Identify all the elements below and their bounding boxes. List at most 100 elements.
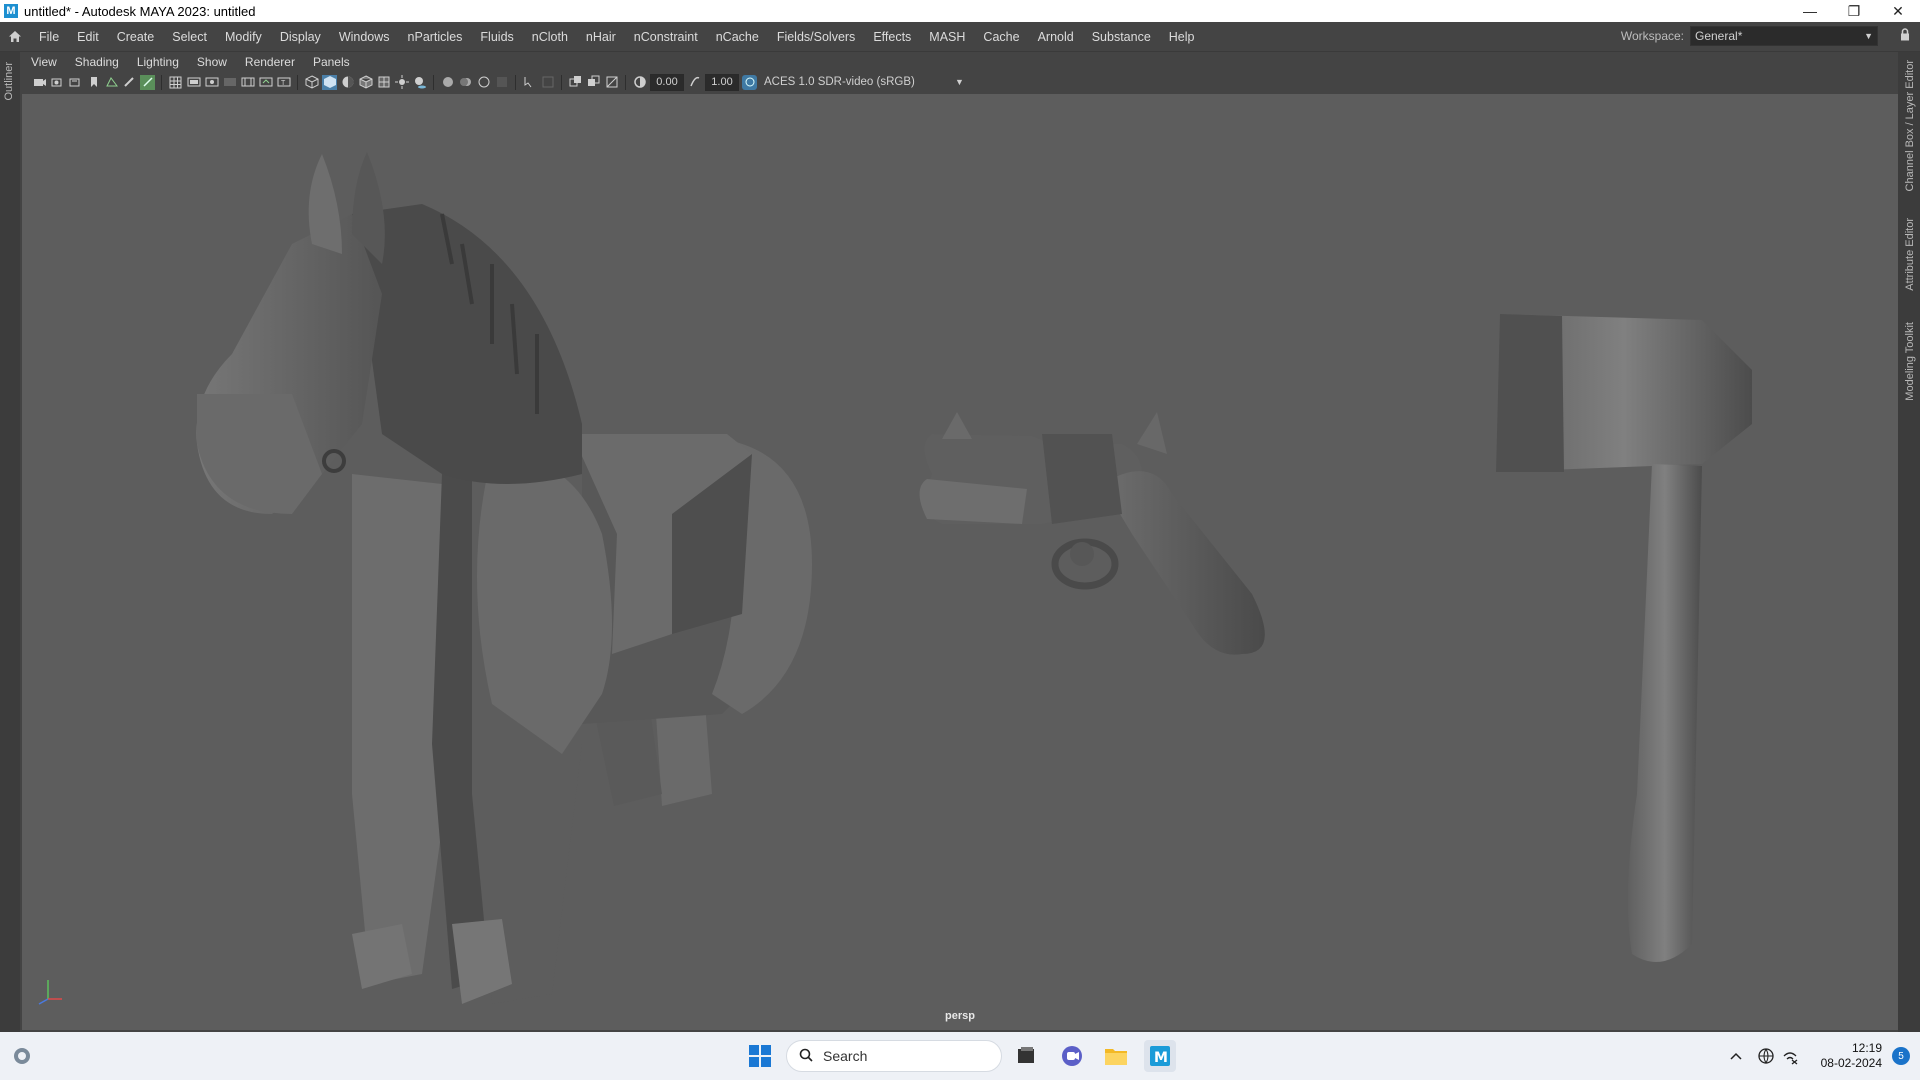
pistol-model[interactable] (919, 412, 1265, 655)
xray-active-components-icon[interactable] (586, 75, 601, 90)
motion-blur-icon[interactable] (458, 75, 473, 90)
bookmark-icon[interactable] (86, 75, 101, 90)
search-icon (799, 1048, 813, 1065)
menu-edit[interactable]: Edit (68, 30, 108, 44)
windows-start-icon[interactable] (744, 1040, 776, 1072)
minimize-icon[interactable]: — (1788, 0, 1832, 22)
film-gate-icon[interactable] (186, 75, 201, 90)
menu-effects[interactable]: Effects (864, 30, 920, 44)
grid-icon[interactable] (168, 75, 183, 90)
show-hidden-icons-icon[interactable] (1720, 1040, 1752, 1072)
file-explorer-icon[interactable] (1100, 1040, 1132, 1072)
toolbar-separator (297, 74, 298, 90)
exposure-icon[interactable] (632, 75, 647, 90)
attribute-editor-tab[interactable]: Attribute Editor (1904, 218, 1916, 291)
screen-space-ao-icon[interactable] (440, 75, 455, 90)
menu-windows[interactable]: Windows (330, 30, 399, 44)
menu-create[interactable]: Create (108, 30, 164, 44)
menu-cache[interactable]: Cache (974, 30, 1028, 44)
menu-substance[interactable]: Substance (1083, 30, 1160, 44)
modeling-toolkit-tab[interactable]: Modeling Toolkit (1904, 322, 1916, 401)
menu-nparticles[interactable]: nParticles (399, 30, 472, 44)
restore-icon[interactable]: ❐ (1832, 0, 1876, 22)
panel-menu-renderer[interactable]: Renderer (236, 55, 304, 69)
menu-help[interactable]: Help (1160, 30, 1204, 44)
workspace-dropdown[interactable]: General* ▼ (1690, 26, 1878, 46)
field-chart-icon[interactable] (240, 75, 255, 90)
xray-icon[interactable] (540, 75, 555, 90)
image-plane-icon[interactable] (104, 75, 119, 90)
default-material-icon[interactable] (340, 75, 355, 90)
wireframe-icon[interactable] (304, 75, 319, 90)
gate-mask-icon[interactable] (222, 75, 237, 90)
two-d-pan-zoom-icon[interactable] (140, 74, 155, 90)
gamma-icon[interactable] (687, 75, 702, 90)
teams-icon[interactable] (1056, 1040, 1088, 1072)
safe-action-icon[interactable] (258, 75, 273, 90)
select-camera-icon[interactable] (32, 75, 47, 90)
anti-aliasing-icon[interactable] (476, 75, 491, 90)
taskbar-search[interactable]: Search (786, 1040, 1002, 1072)
use-all-lights-icon[interactable] (394, 75, 409, 90)
toolbar-separator (561, 74, 562, 90)
menu-fields-solvers[interactable]: Fields/Solvers (768, 30, 865, 44)
safe-title-icon[interactable]: T (276, 75, 291, 90)
grease-pencil-icon[interactable] (122, 75, 137, 90)
search-placeholder: Search (823, 1048, 868, 1064)
menu-arnold[interactable]: Arnold (1029, 30, 1083, 44)
maya-icon[interactable]: M (1144, 1040, 1176, 1072)
outliner-tab[interactable]: Outliner (3, 62, 15, 101)
system-clock[interactable]: 12:19 08-02-2024 (1821, 1041, 1882, 1071)
lock-icon[interactable] (1900, 28, 1910, 44)
shadows-icon[interactable] (412, 75, 427, 90)
chevron-down-icon[interactable]: ▼ (955, 77, 964, 87)
panel-menu-panels[interactable]: Panels (304, 55, 359, 69)
menu-fluids[interactable]: Fluids (471, 30, 522, 44)
panel-menu-shading[interactable]: Shading (66, 55, 128, 69)
close-icon[interactable]: ✕ (1876, 0, 1920, 22)
menu-modify[interactable]: Modify (216, 30, 271, 44)
menu-nhair[interactable]: nHair (577, 30, 625, 44)
home-icon[interactable] (0, 30, 30, 43)
wireframe-on-shaded-icon[interactable] (358, 75, 373, 90)
isolate-select-icon[interactable] (522, 75, 537, 90)
resolution-gate-icon[interactable] (204, 75, 219, 90)
channel-box-tab[interactable]: Channel Box / Layer Editor (1904, 60, 1916, 191)
color-management-icon[interactable] (742, 74, 757, 90)
bookmark-camera-icon[interactable] (68, 75, 83, 90)
menu-display[interactable]: Display (271, 30, 330, 44)
task-view-icon[interactable] (1010, 1040, 1042, 1072)
panel-menu-bar: View Shading Lighting Show Renderer Pane… (22, 52, 1898, 71)
svg-text:T: T (281, 80, 286, 87)
menu-ncloth[interactable]: nCloth (523, 30, 577, 44)
perspective-viewport[interactable]: persp (22, 94, 1898, 1030)
gamma-field[interactable]: 1.00 (705, 73, 739, 91)
panel-menu-view[interactable]: View (22, 55, 66, 69)
menu-nconstraint[interactable]: nConstraint (625, 30, 707, 44)
network-status-icon[interactable] (1774, 1040, 1806, 1072)
textured-icon[interactable] (376, 75, 391, 90)
backface-culling-icon[interactable] (604, 75, 619, 90)
menu-ncache[interactable]: nCache (707, 30, 768, 44)
view-transform-dropdown[interactable]: ACES 1.0 SDR-video (sRGB) (760, 74, 944, 90)
svg-text:M: M (1154, 1050, 1168, 1066)
menu-mash[interactable]: MASH (920, 30, 974, 44)
scene-canvas[interactable] (22, 94, 1898, 1030)
camera-attributes-icon[interactable] (50, 75, 65, 90)
notification-badge[interactable]: 5 (1892, 1047, 1910, 1065)
toolbar-separator (433, 74, 434, 90)
exposure-field[interactable]: 0.00 (650, 73, 684, 91)
smooth-shade-icon[interactable] (322, 74, 337, 90)
menu-file[interactable]: File (30, 30, 68, 44)
right-panel-strip: Channel Box / Layer Editor Attribute Edi… (1898, 52, 1920, 1032)
toolbar-separator (515, 74, 516, 90)
widgets-icon[interactable] (6, 1040, 38, 1072)
menu-select[interactable]: Select (163, 30, 216, 44)
panel-menu-lighting[interactable]: Lighting (128, 55, 188, 69)
xray-joints-icon[interactable] (568, 75, 583, 90)
panel-menu-show[interactable]: Show (188, 55, 236, 69)
depth-of-field-icon[interactable] (494, 75, 509, 90)
horse-model[interactable] (196, 152, 812, 1004)
axe-model[interactable] (1496, 314, 1752, 962)
workspace-label: Workspace: (1620, 29, 1684, 43)
